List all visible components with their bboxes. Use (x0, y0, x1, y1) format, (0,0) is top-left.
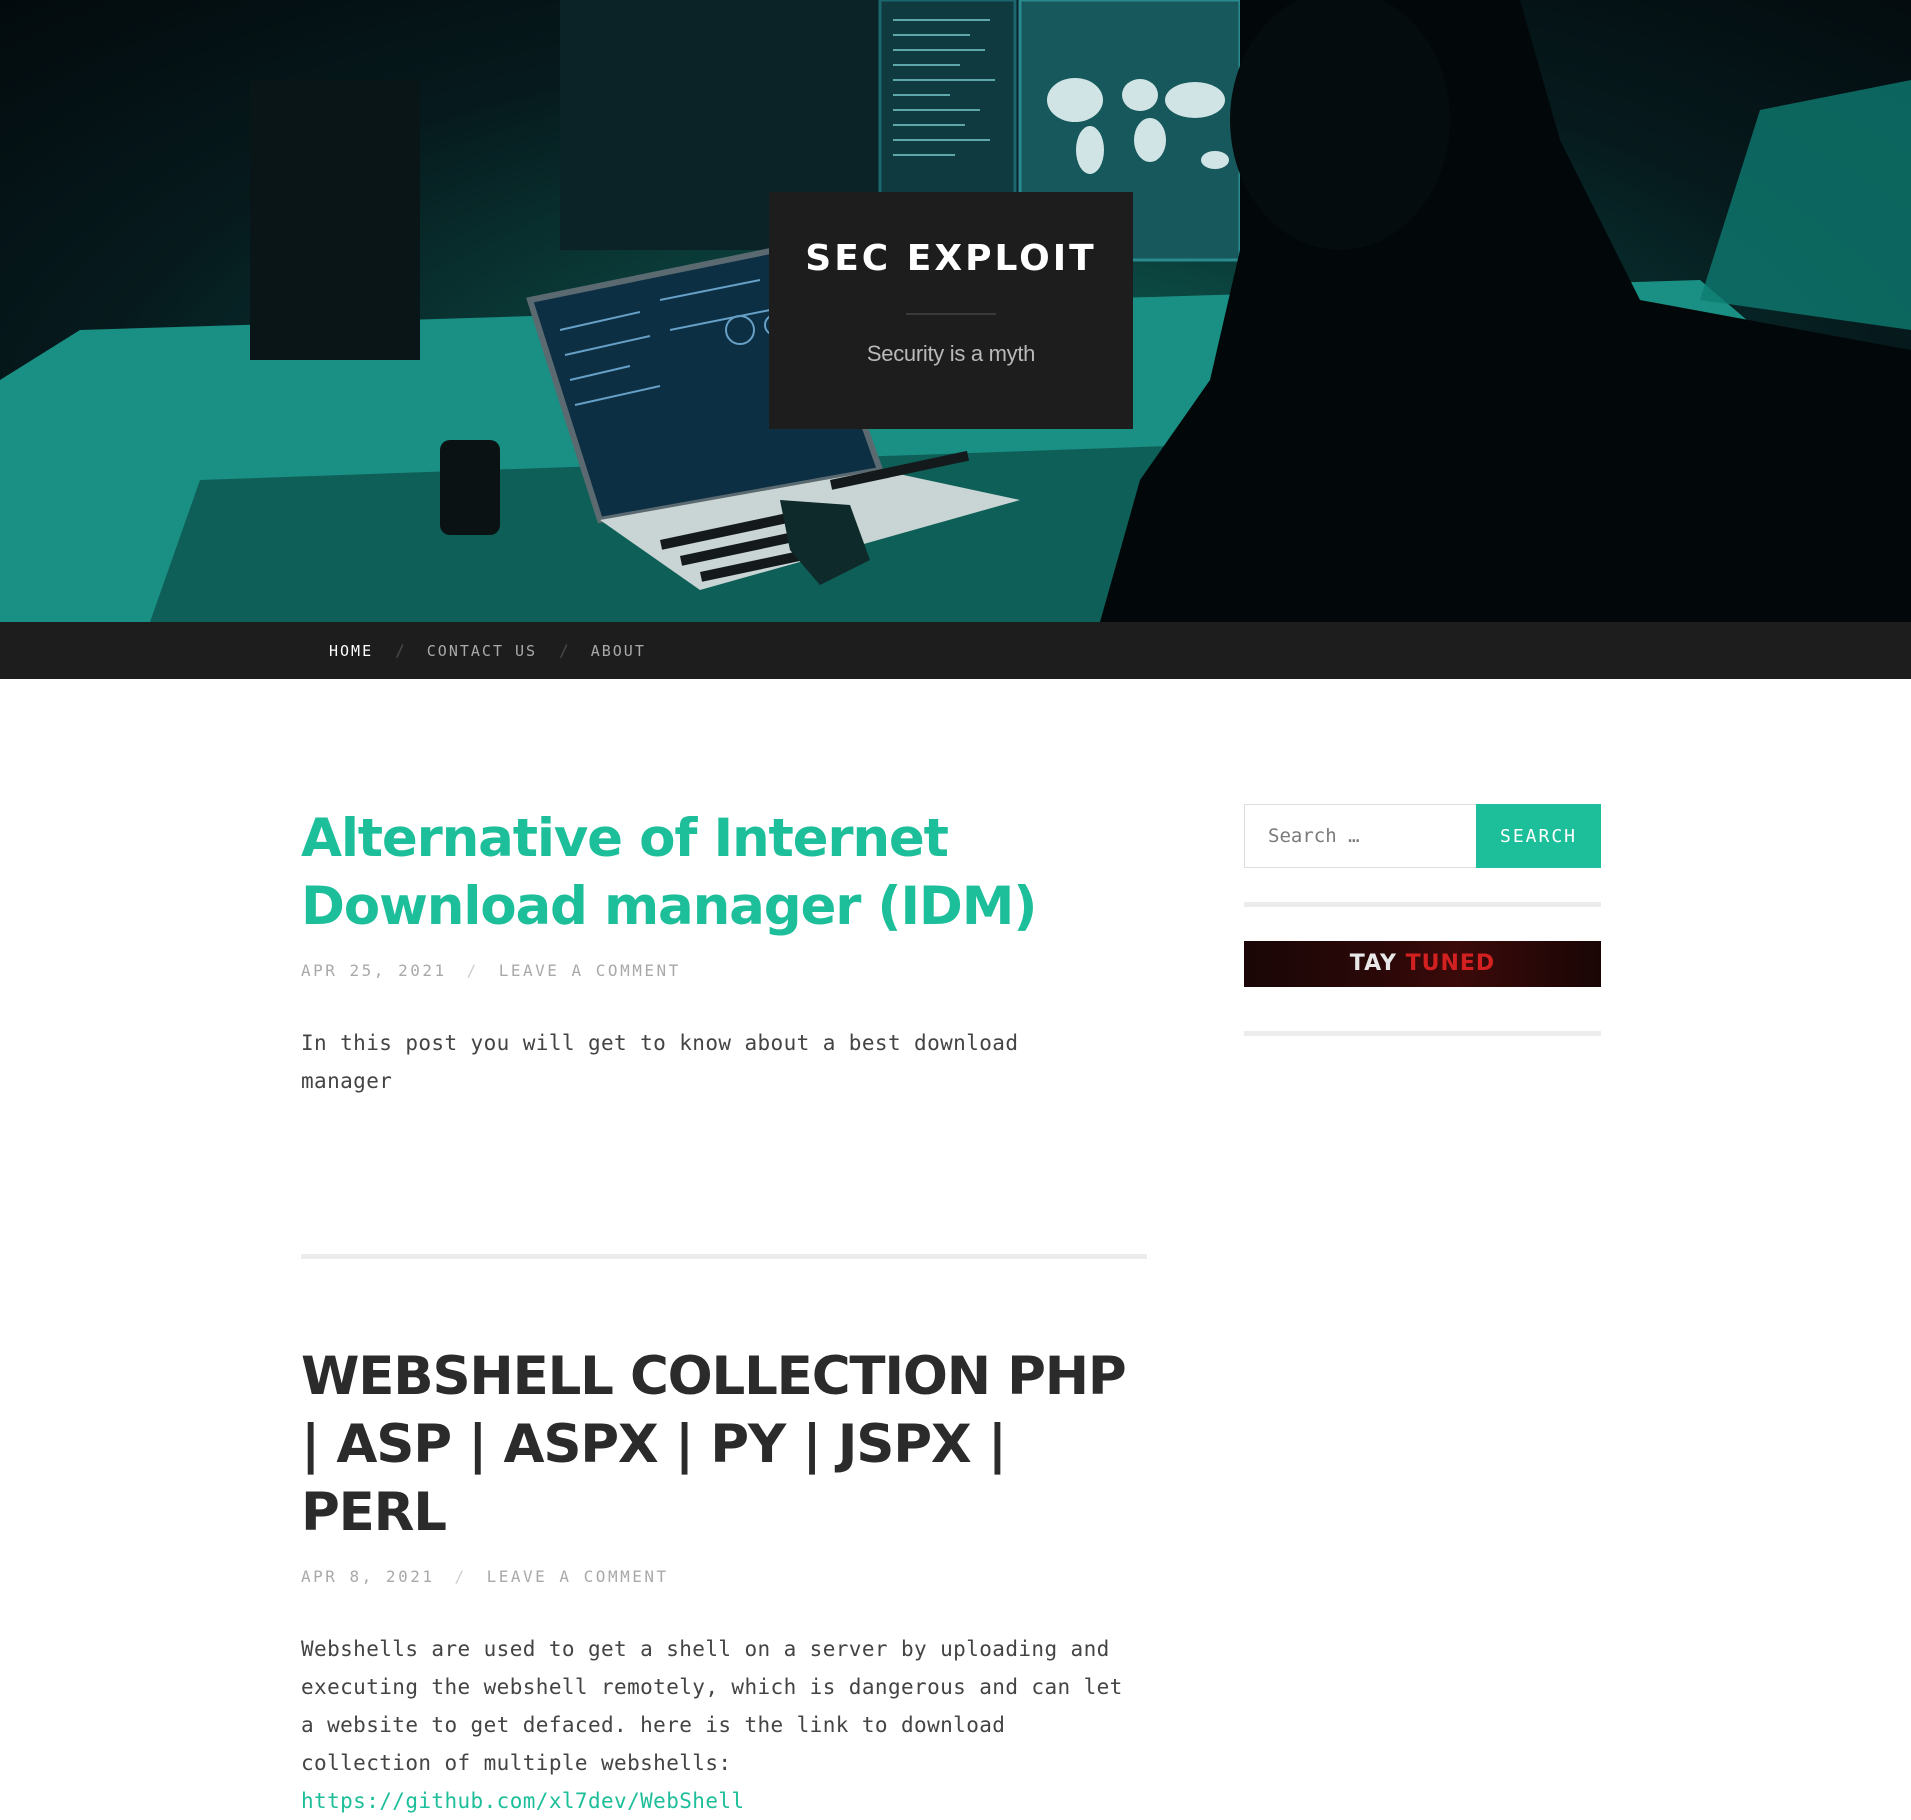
sidebar-divider (1244, 1031, 1601, 1036)
post-excerpt-text: Webshells are used to get a shell on a s… (301, 1637, 1123, 1775)
header-hero-image: SEC EXPLOIT Security is a myth (0, 0, 1911, 622)
leave-comment-link[interactable]: LEAVE A COMMENT (487, 1567, 669, 1586)
sidebar: SEARCH TAY TUNED (1244, 804, 1601, 1036)
nav-separator: / (395, 641, 405, 660)
post-excerpt: In this post you will get to know about … (301, 1024, 1061, 1100)
nav-item-home[interactable]: HOME (329, 642, 373, 660)
banner-text: TAY TUNED (1244, 951, 1601, 976)
post-excerpt: Webshells are used to get a shell on a s… (301, 1630, 1147, 1820)
post-list: Alternative of Internet Download manager… (301, 805, 1147, 1820)
banner-text-white: TAY (1349, 951, 1397, 976)
post-article: Alternative of Internet Download manager… (301, 805, 1147, 1100)
post-meta: APR 8, 2021 / LEAVE A COMMENT (301, 1567, 1147, 1586)
post-title-link[interactable]: WEBSHELL COLLECTION PHP | ASP | ASPX | P… (301, 1343, 1147, 1547)
search-button[interactable]: SEARCH (1476, 804, 1601, 868)
nav-list: HOME / CONTACT US / ABOUT (329, 622, 646, 679)
post-title-link[interactable]: Alternative of Internet Download manager… (301, 805, 1147, 941)
nav-item-about[interactable]: ABOUT (591, 642, 646, 660)
meta-separator: / (454, 1567, 467, 1586)
banner-text-red: TUNED (1405, 951, 1496, 976)
github-webshell-link[interactable]: https://github.com/xl7dev/WebShell (301, 1789, 744, 1813)
stay-tuned-banner[interactable]: TAY TUNED (1244, 941, 1601, 987)
meta-separator: / (466, 961, 479, 980)
post-excerpt-text: In this post you will get to know about … (301, 1031, 1019, 1093)
title-divider (906, 313, 996, 315)
main-navigation: HOME / CONTACT US / ABOUT (0, 622, 1911, 679)
site-title[interactable]: SEC EXPLOIT (769, 238, 1133, 279)
post-date-link[interactable]: APR 8, 2021 (301, 1567, 434, 1586)
site-tagline: Security is a myth (866, 341, 1036, 366)
sidebar-divider (1244, 902, 1601, 907)
nav-separator: / (559, 641, 569, 660)
post-date-link[interactable]: APR 25, 2021 (301, 961, 447, 980)
site-branding: SEC EXPLOIT Security is a myth (769, 192, 1133, 429)
search-form: SEARCH (1244, 804, 1601, 868)
nav-item-contact-us[interactable]: CONTACT US (427, 642, 537, 660)
post-divider (301, 1254, 1147, 1259)
post-meta: APR 25, 2021 / LEAVE A COMMENT (301, 961, 1147, 980)
leave-comment-link[interactable]: LEAVE A COMMENT (499, 961, 681, 980)
search-input[interactable] (1244, 804, 1476, 868)
post-article: WEBSHELL COLLECTION PHP | ASP | ASPX | P… (301, 1343, 1147, 1820)
